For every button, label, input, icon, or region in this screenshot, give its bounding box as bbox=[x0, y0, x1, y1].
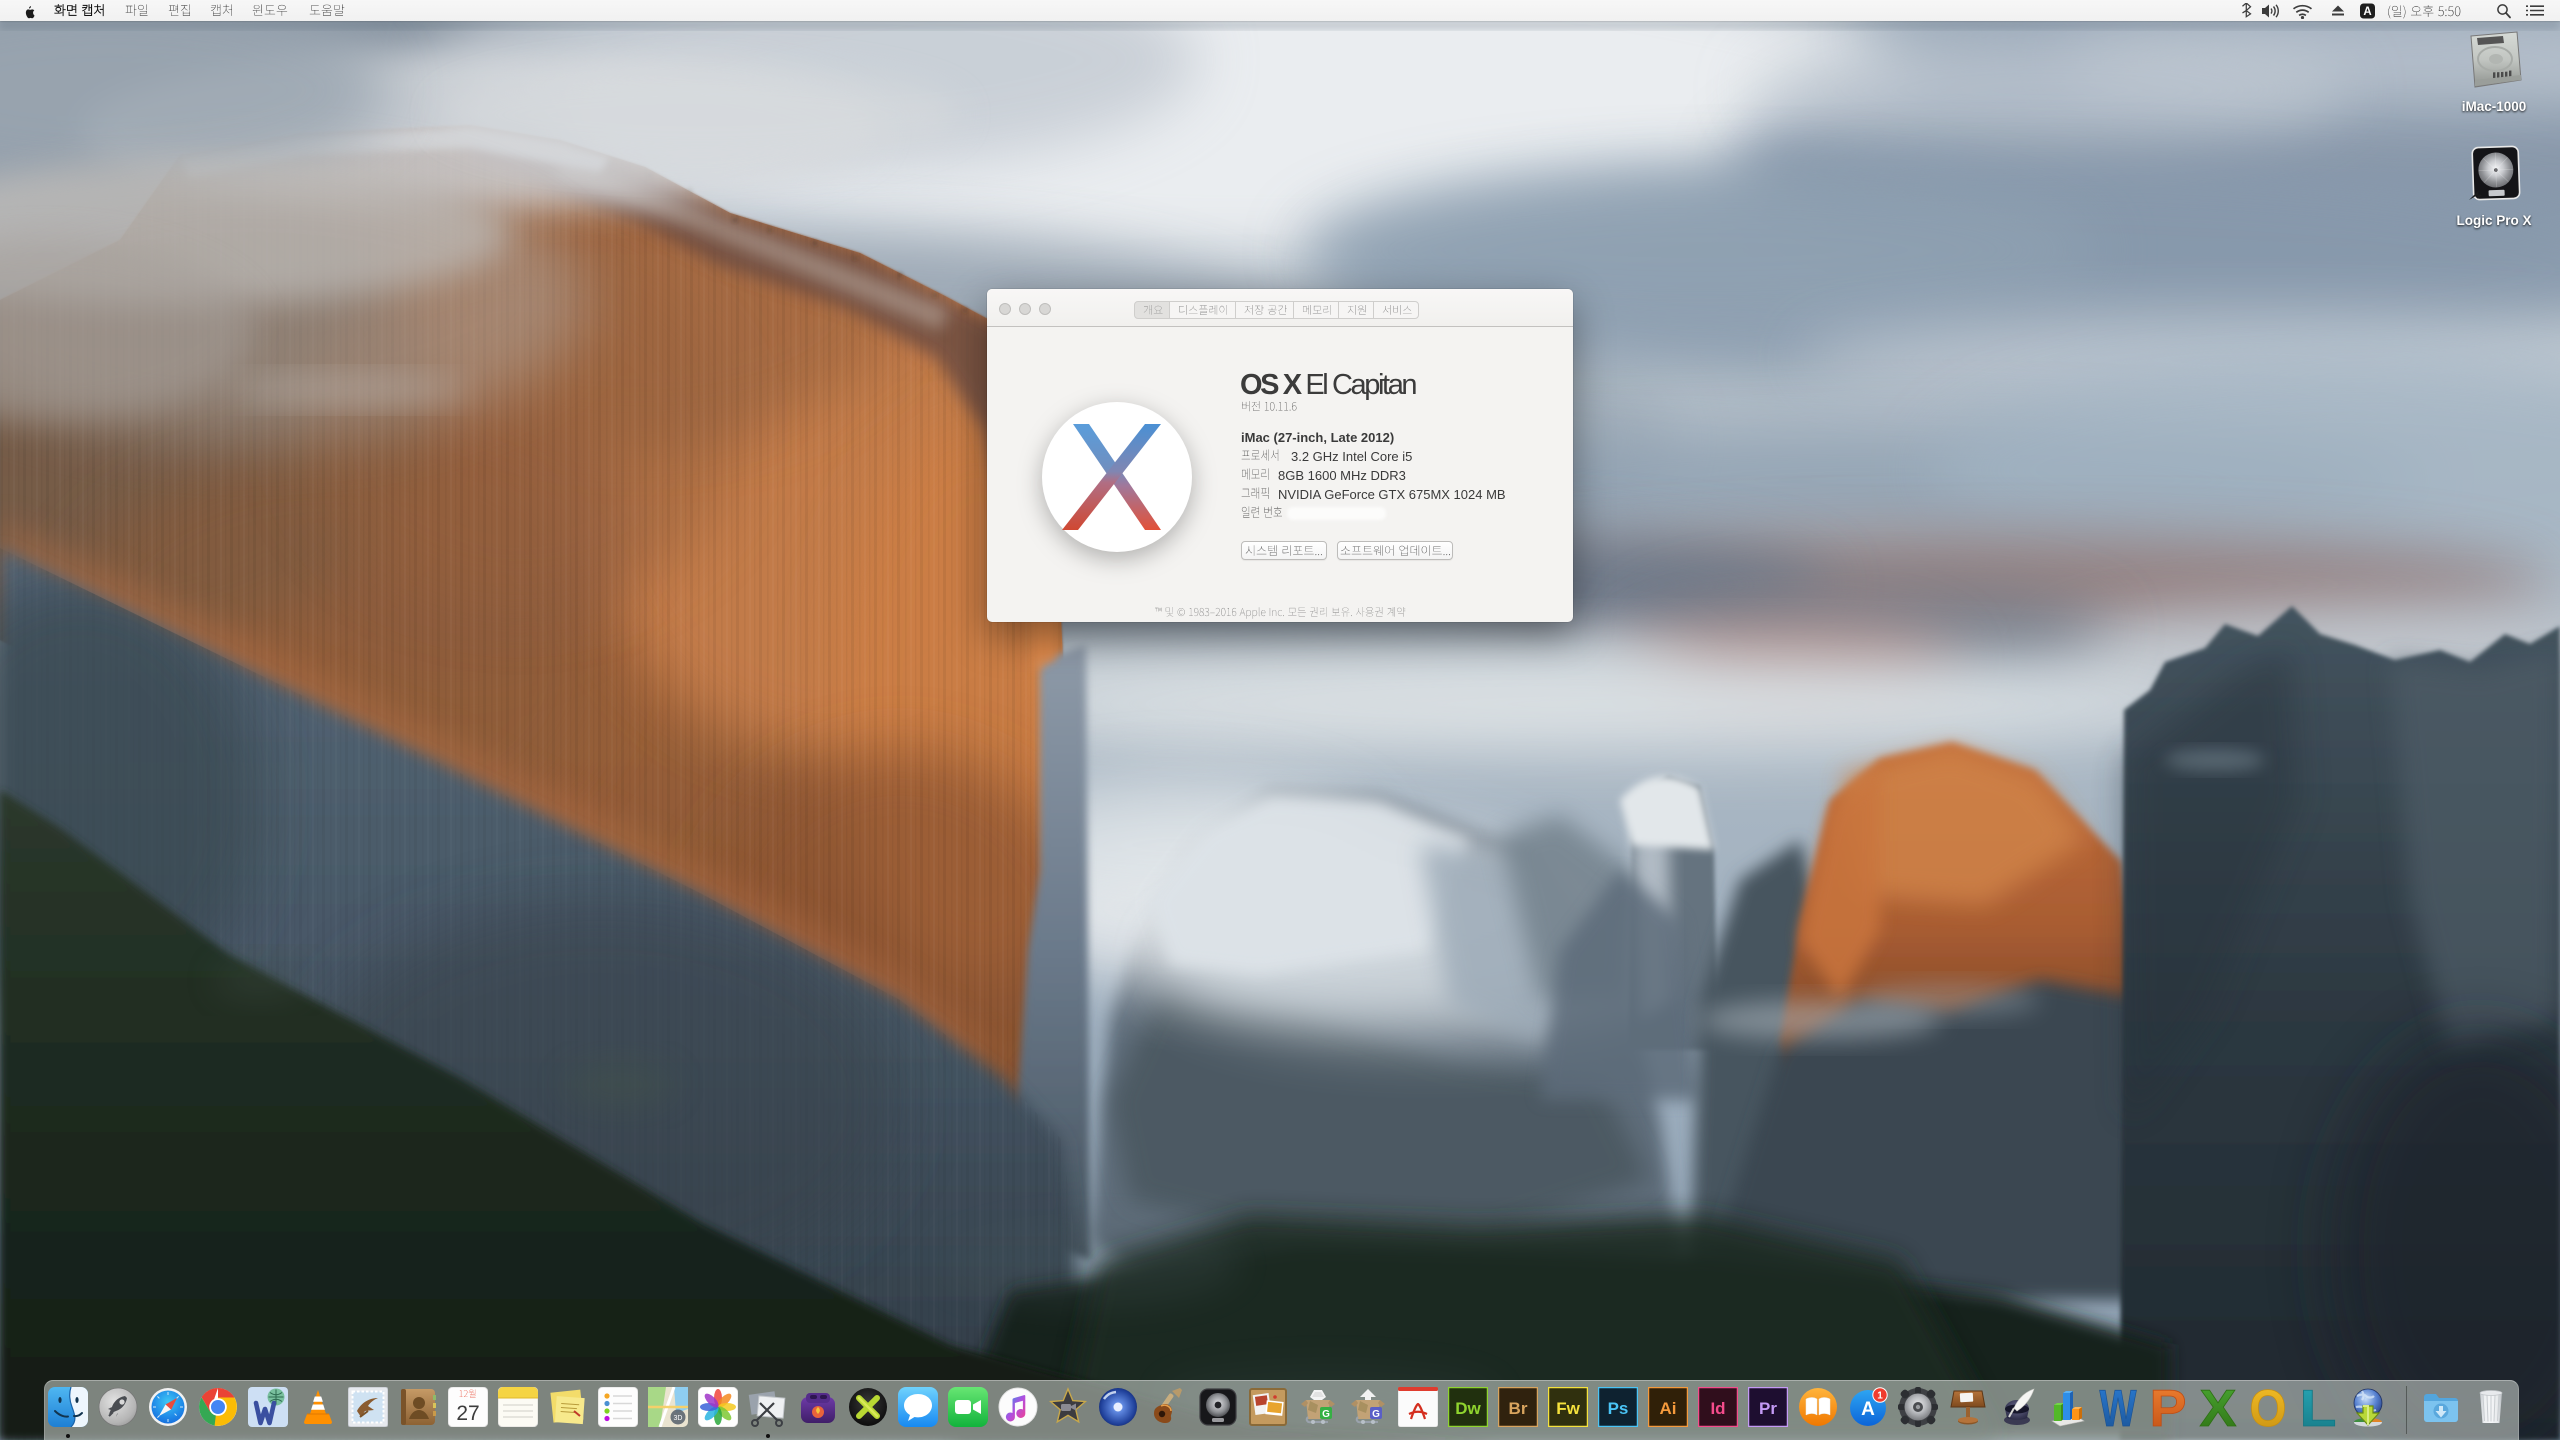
svg-text:Ai: Ai bbox=[1660, 1399, 1677, 1418]
svg-text:Fw: Fw bbox=[1556, 1399, 1580, 1418]
svg-text:L: L bbox=[2300, 1387, 2337, 1427]
svg-text:W: W bbox=[2100, 1387, 2138, 1427]
svg-text:1: 1 bbox=[1877, 1390, 1883, 1401]
svg-text:G: G bbox=[1322, 1409, 1330, 1420]
svg-text:G: G bbox=[1372, 1409, 1380, 1420]
svg-text:3D: 3D bbox=[674, 1415, 683, 1422]
svg-text:Br: Br bbox=[1509, 1399, 1528, 1418]
svg-text:Dw: Dw bbox=[1455, 1399, 1481, 1418]
svg-text:Pr: Pr bbox=[1759, 1399, 1777, 1418]
svg-text:Id: Id bbox=[1710, 1399, 1725, 1418]
svg-text:Ps: Ps bbox=[1608, 1399, 1629, 1418]
svg-text:27: 27 bbox=[456, 1402, 479, 1425]
svg-text:A: A bbox=[2363, 6, 2371, 18]
svg-text:A: A bbox=[1861, 1399, 1875, 1420]
svg-text:O: O bbox=[2250, 1387, 2287, 1427]
svg-text:P: P bbox=[2150, 1387, 2187, 1427]
svg-text:X: X bbox=[2200, 1387, 2237, 1427]
